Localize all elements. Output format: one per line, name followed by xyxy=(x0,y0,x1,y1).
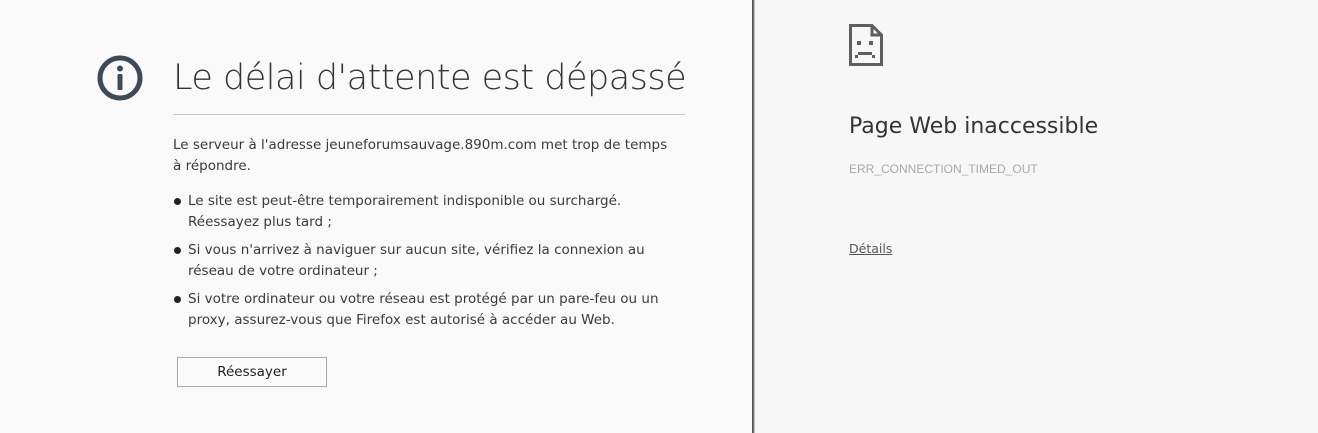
details-link[interactable]: Détails xyxy=(849,241,892,256)
suggestion-item: Le site est peut-être temporairement ind… xyxy=(173,191,673,233)
title-divider xyxy=(173,114,685,115)
suggestion-list: Le site est peut-être temporairement ind… xyxy=(173,191,673,331)
firefox-error-page: Le délai d'attente est dépassé Le serveu… xyxy=(0,0,752,433)
screen: Le délai d'attente est dépassé Le serveu… xyxy=(0,0,1318,433)
page-title: Page Web inaccessible xyxy=(849,114,1099,139)
suggestion-item: Si vous n'arrivez à naviguer sur aucun s… xyxy=(173,240,673,282)
suggestion-item: Si votre ordinateur ou votre réseau est … xyxy=(173,289,673,331)
error-intro: Le serveur à l'adresse jeuneforumsauvage… xyxy=(173,137,668,174)
page-title: Le délai d'attente est dépassé xyxy=(173,58,687,98)
info-circle-icon xyxy=(97,55,143,101)
retry-button[interactable]: Réessayer xyxy=(177,357,327,387)
sad-page-icon xyxy=(849,24,883,66)
chrome-error-page: Page Web inaccessible ERR_CONNECTION_TIM… xyxy=(755,0,1318,433)
error-description: Le serveur à l'adresse jeuneforumsauvage… xyxy=(173,135,673,338)
error-code: ERR_CONNECTION_TIMED_OUT xyxy=(849,162,1038,176)
